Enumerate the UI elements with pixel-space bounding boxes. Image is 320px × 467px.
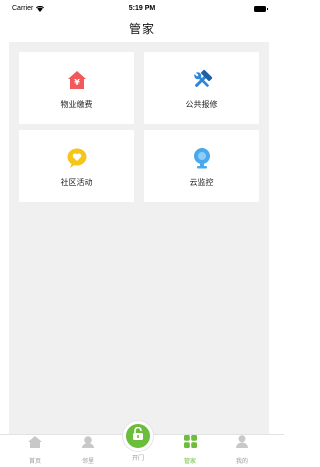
open-door-button[interactable] — [123, 421, 153, 451]
card-label: 物业缴费 — [60, 100, 93, 109]
card-label: 公共报修 — [185, 100, 218, 109]
wrench-hammer-icon — [191, 69, 213, 91]
status-time: 5:19 PM — [128, 5, 156, 12]
page-title: 管家 — [128, 22, 155, 36]
tab-butler[interactable]: 管家 — [170, 435, 210, 467]
status-bar: Carrier 5:19 PM — [0, 0, 284, 18]
tab-bar: 首页 邻里 开门 管家 我的 — [0, 421, 284, 467]
tab-home[interactable]: 首页 — [15, 436, 55, 467]
card-label: 社区活动 — [60, 178, 93, 187]
grid-icon — [183, 435, 197, 453]
tab-label: 管家 — [183, 459, 196, 465]
app-screen: Carrier 5:19 PM 管家 ¥ 物业缴费 公共报修 社区活动 云监控 … — [0, 0, 284, 467]
card-community-events[interactable]: 社区活动 — [19, 130, 134, 202]
card-cloud-monitor[interactable]: 云监控 — [144, 130, 259, 202]
tab-label: 首页 — [28, 459, 41, 465]
battery-icon — [254, 6, 268, 12]
tab-open-door[interactable]: 开门 — [118, 421, 158, 462]
content-panel: ¥ 物业缴费 公共报修 社区活动 云监控 — [9, 42, 269, 434]
svg-text:¥: ¥ — [74, 78, 80, 87]
unlock-icon — [132, 426, 144, 445]
house-yen-icon: ¥ — [66, 69, 88, 91]
card-public-repair[interactable]: 公共报修 — [144, 52, 259, 124]
tab-label: 邻里 — [81, 459, 94, 465]
chat-heart-icon — [66, 147, 88, 169]
tab-label: 我的 — [235, 459, 248, 465]
neighbor-icon — [81, 435, 95, 453]
tab-profile[interactable]: 我的 — [222, 435, 262, 467]
home-icon — [28, 435, 42, 453]
tab-neighbors[interactable]: 邻里 — [68, 436, 108, 467]
person-icon — [235, 435, 249, 453]
card-property-fee[interactable]: ¥ 物业缴费 — [19, 52, 134, 124]
camera-icon — [191, 147, 213, 169]
card-label: 云监控 — [189, 178, 214, 187]
tab-label: 开门 — [131, 456, 144, 462]
